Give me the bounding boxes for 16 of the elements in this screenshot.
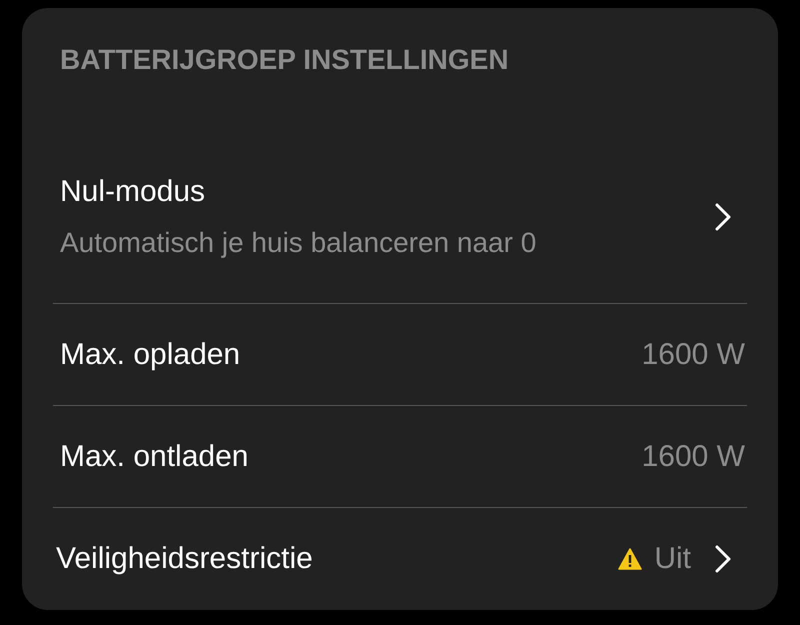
- settings-row[interactable]: Max. opladen 1600 W: [53, 303, 747, 405]
- row-description: Automatisch je huis balanceren naar 0: [60, 226, 536, 258]
- chevron-right-icon: [715, 202, 731, 230]
- settings-row[interactable]: Veiligheidsrestrictie Uit: [53, 507, 747, 609]
- warning-icon: [618, 548, 642, 570]
- row-value: 1600 W: [642, 440, 745, 474]
- row-label: Nul-modus: [60, 174, 206, 208]
- section-title: BATTERIJGROEP INSTELLINGEN: [59, 43, 510, 77]
- settings-row[interactable]: Nul-modus Automatisch je huis balanceren naar 0: [53, 130, 747, 303]
- row-label: Max. ontladen: [60, 440, 248, 474]
- chevron-right-icon: [715, 544, 731, 572]
- row-value: Uit: [654, 542, 691, 576]
- settings-row[interactable]: Max. ontladen 1600 W: [53, 405, 747, 507]
- row-label: Max. opladen: [60, 338, 240, 372]
- row-value: 1600 W: [642, 338, 745, 372]
- row-label: Veiligheidsrestrictie: [56, 542, 313, 576]
